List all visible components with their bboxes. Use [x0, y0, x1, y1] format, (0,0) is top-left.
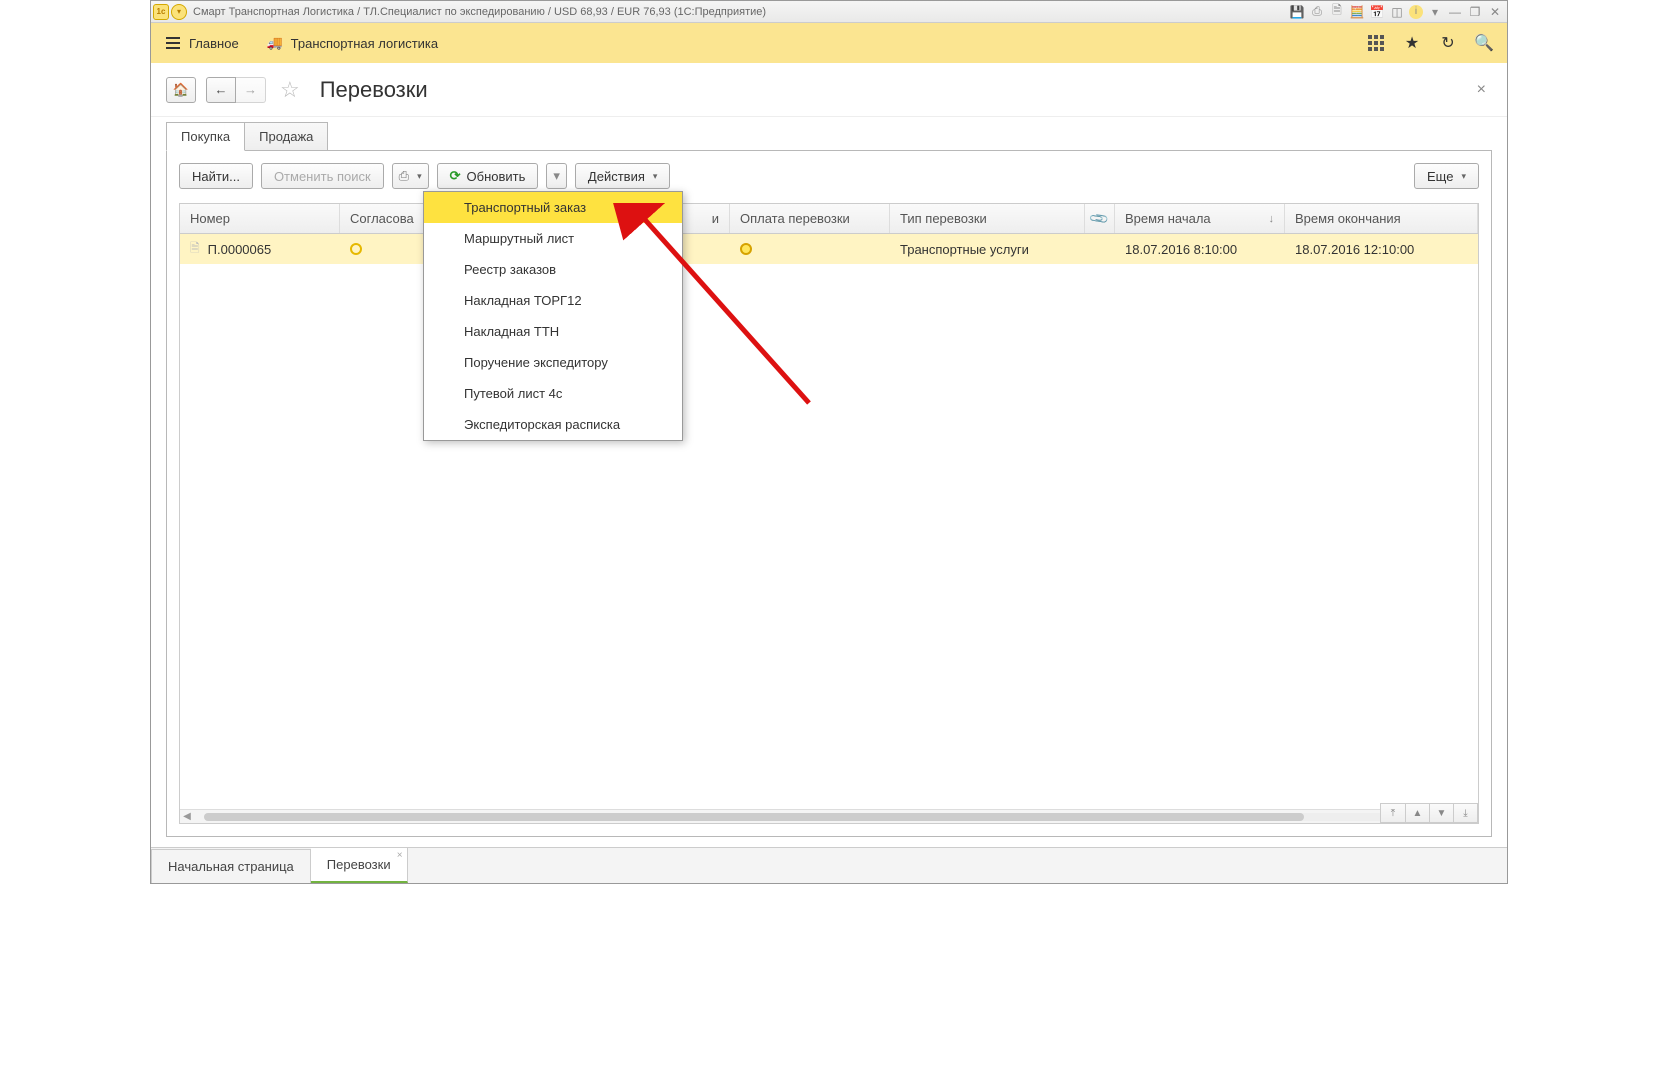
dd-item-order-registry[interactable]: Реестр заказов — [424, 254, 682, 285]
actions-label: Действия — [588, 169, 645, 184]
cell-end: 18.07.2016 12:10:00 — [1285, 242, 1478, 257]
page-header: 🏠 ← → ☆ Перевозки × — [151, 63, 1507, 117]
search-icon[interactable]: 🔍 — [1475, 34, 1493, 52]
cancel-search-button: Отменить поиск — [261, 163, 384, 189]
save-icon[interactable]: 💾 — [1289, 4, 1305, 20]
dd-item-forwarder-order[interactable]: Поручение экспедитору — [424, 347, 682, 378]
col-agreed[interactable]: Согласова — [340, 204, 430, 233]
refresh-label: Обновить — [467, 169, 526, 184]
nav-logistics[interactable]: 🚚 Транспортная логистика — [267, 35, 438, 51]
page-title: Перевозки — [320, 77, 428, 103]
app-menu-dropdown[interactable] — [171, 4, 187, 20]
col-type[interactable]: Тип перевозки — [890, 204, 1085, 233]
more-label: Еще — [1427, 169, 1453, 184]
calc-icon[interactable]: 🧮 — [1349, 4, 1365, 20]
nav-main[interactable]: Главное — [165, 36, 239, 51]
truck-icon: 🚚 — [267, 35, 283, 51]
more-button[interactable]: Еще ▾ — [1414, 163, 1479, 189]
maximize-icon[interactable]: ❐ — [1467, 4, 1483, 20]
tab-strip: Покупка Продажа — [166, 121, 1492, 150]
main-navbar: Главное 🚚 Транспортная логистика ★ ↻ 🔍 — [151, 23, 1507, 63]
chevron-down-icon: ▾ — [653, 171, 658, 182]
close-window-icon[interactable]: ✕ — [1487, 4, 1503, 20]
horizontal-scrollbar[interactable]: ◀ ▶ ⤒ ▲ ▼ ⤓ — [180, 809, 1478, 823]
scroll-top-icon[interactable]: ⤒ — [1381, 804, 1405, 822]
document-icon: 🗎 — [190, 239, 200, 260]
back-button[interactable]: ← — [206, 77, 236, 103]
scroll-bottom-icon[interactable]: ⤓ — [1453, 804, 1477, 822]
filter-button[interactable]: ▾ — [546, 163, 567, 189]
forward-button[interactable]: → — [236, 77, 266, 103]
close-page-icon[interactable]: × — [1477, 81, 1492, 99]
paperclip-icon: 📎 — [1088, 207, 1111, 230]
tab-buy[interactable]: Покупка — [166, 122, 245, 151]
print-icon[interactable]: ⎙ — [1309, 4, 1325, 20]
bottom-tab-transports[interactable]: Перевозки× — [311, 847, 408, 883]
refresh-button[interactable]: ⟳ Обновить — [437, 163, 539, 189]
funnel-icon: ▾ — [553, 168, 560, 184]
star-icon[interactable]: ☆ — [280, 77, 300, 103]
dd-item-ttn[interactable]: Накладная ТТН — [424, 316, 682, 347]
chevron-down-icon: ▾ — [417, 171, 422, 182]
cell-type: Транспортные услуги — [890, 242, 1085, 257]
dd-item-waybill-4c[interactable]: Путевой лист 4с — [424, 378, 682, 409]
info-icon[interactable]: i — [1409, 5, 1423, 19]
table-row[interactable]: 🗎 П.0000065 Транспортные услуги 18.07.201… — [180, 234, 1478, 264]
menu-icon — [165, 37, 181, 49]
app-logo-icon: 1c — [153, 4, 169, 20]
favorite-icon[interactable]: ★ — [1403, 34, 1421, 52]
status-icon — [350, 243, 362, 255]
doc-icon[interactable]: 🗎 — [1329, 4, 1345, 20]
home-button[interactable]: 🏠 — [166, 77, 196, 103]
cell-start: 18.07.2016 8:10:00 — [1115, 242, 1285, 257]
dd-item-forwarder-receipt[interactable]: Экспедиторская расписка — [424, 409, 682, 440]
printer-icon: ⎙ — [399, 168, 409, 184]
bottom-tab-bar: Начальная страница Перевозки× — [151, 847, 1507, 883]
info-dd-icon[interactable]: ▾ — [1427, 4, 1443, 20]
scroll-up-icon[interactable]: ▲ — [1405, 804, 1429, 822]
cell-number: П.0000065 — [208, 242, 272, 257]
refresh-icon: ⟳ — [450, 168, 461, 184]
print-dropdown-button[interactable]: ⎙▾ — [392, 163, 429, 189]
tab-sell[interactable]: Продажа — [245, 122, 328, 151]
col-end-time[interactable]: Время окончания — [1285, 204, 1478, 233]
print-dropdown-menu: Транспортный заказ Маршрутный лист Реест… — [423, 191, 683, 441]
nav-main-label: Главное — [189, 36, 239, 51]
minimize-icon[interactable]: — — [1447, 4, 1463, 20]
find-button[interactable]: Найти... — [179, 163, 253, 189]
bottom-tab-home[interactable]: Начальная страница — [151, 849, 311, 883]
panels-icon[interactable]: ◫ — [1389, 4, 1405, 20]
status-icon — [740, 243, 752, 255]
scroll-left-icon[interactable]: ◀ — [180, 811, 194, 822]
actions-button[interactable]: Действия ▾ — [575, 163, 671, 189]
nav-logistics-label: Транспортная логистика — [291, 36, 438, 51]
close-tab-icon[interactable]: × — [397, 850, 403, 861]
col-payment[interactable]: Оплата перевозки — [730, 204, 890, 233]
col-attachment[interactable]: 📎 — [1085, 204, 1115, 233]
col-number[interactable]: Номер — [180, 204, 340, 233]
calendar-icon[interactable]: 📅 — [1369, 4, 1385, 20]
chevron-down-icon: ▾ — [1461, 171, 1466, 182]
scroll-thumb[interactable] — [204, 813, 1304, 821]
col-start-time[interactable]: Время начала↓ — [1115, 204, 1285, 233]
dd-item-route-sheet[interactable]: Маршрутный лист — [424, 223, 682, 254]
window-titlebar: 1c Смарт Транспортная Логистика / ТЛ.Спе… — [151, 1, 1507, 23]
dd-item-torg12[interactable]: Накладная ТОРГ12 — [424, 285, 682, 316]
data-table: Номер Согласова и Оплата перевозки Тип п… — [179, 203, 1479, 824]
sort-down-icon: ↓ — [1269, 213, 1275, 225]
history-icon[interactable]: ↻ — [1439, 34, 1457, 52]
scroll-down-icon[interactable]: ▼ — [1429, 804, 1453, 822]
apps-grid-icon[interactable] — [1367, 34, 1385, 52]
dd-item-transport-order[interactable]: Транспортный заказ — [424, 192, 682, 223]
window-title: Смарт Транспортная Логистика / ТЛ.Специа… — [193, 6, 766, 18]
